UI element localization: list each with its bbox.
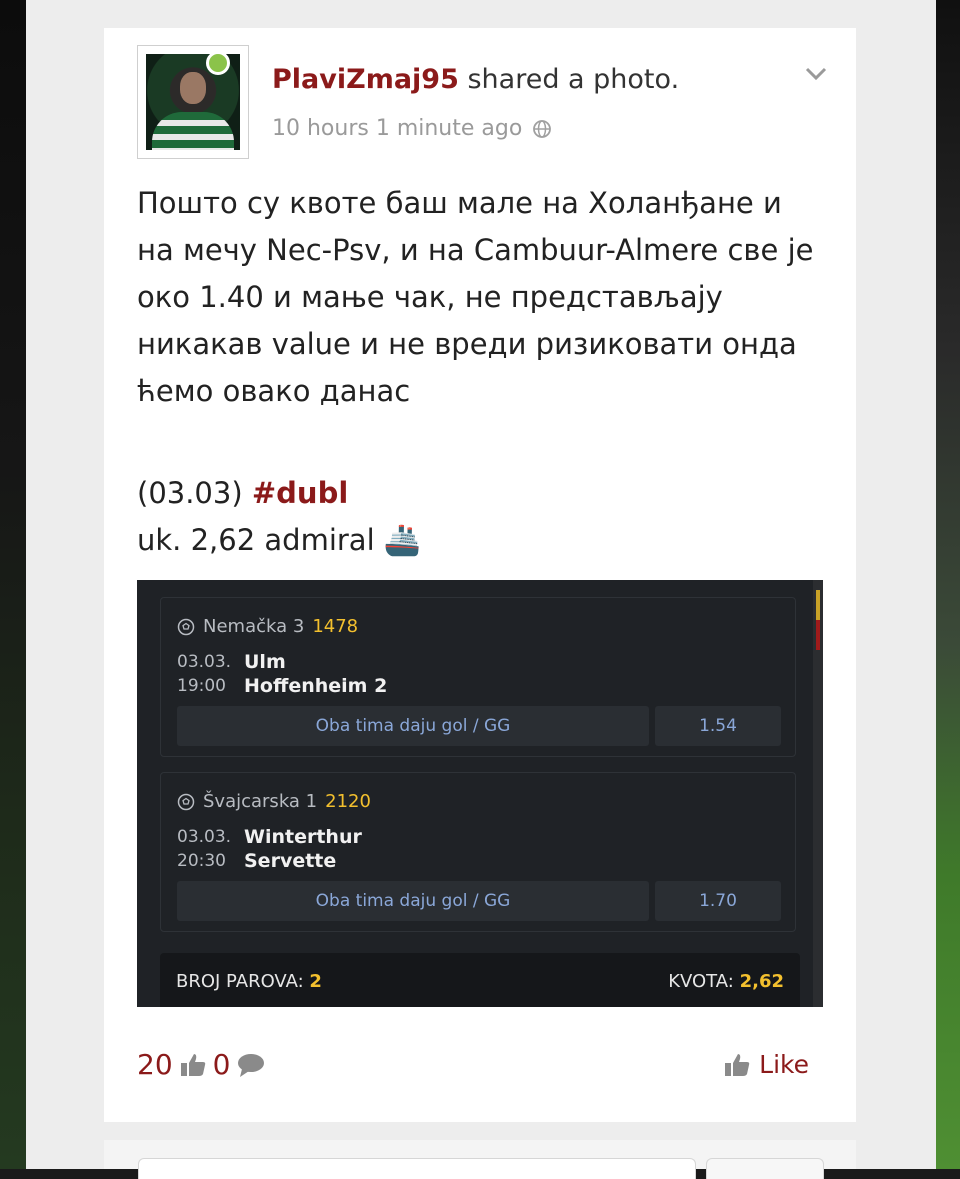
comments-count[interactable]: 0 — [213, 1048, 231, 1081]
timestamp-text[interactable]: 10 hours 1 minute ago — [272, 116, 522, 141]
slip-edge-mark — [816, 590, 820, 620]
like-button-label: Like — [759, 1050, 809, 1079]
home-team: Winterthur — [244, 826, 362, 848]
ship-icon: 🚢 — [383, 523, 422, 558]
chevron-down-icon[interactable] — [804, 64, 828, 84]
post-header: PlaviZmaj95 shared a photo. — [272, 64, 679, 95]
match-teams: Winterthur Servette — [244, 825, 362, 873]
pairs-value: 2 — [309, 971, 322, 992]
pick-odd: 1.54 — [655, 706, 781, 746]
odds-line: uk. 2,62 admiral — [137, 523, 384, 557]
globe-icon — [533, 119, 552, 138]
match-code: 2120 — [325, 791, 371, 812]
match-code: 1478 — [312, 616, 359, 637]
league-row: Švajcarska 1 2120 — [177, 791, 371, 812]
post-body-line: на мечу Nec-Psv, и на Cambuur-Almere све… — [137, 233, 814, 267]
like-button[interactable]: Like — [723, 1050, 809, 1079]
online-status-icon — [206, 51, 230, 75]
post-tip-summary: (03.03) #dubl uk. 2,62 admiral 🚢 — [137, 470, 421, 564]
author-name-link[interactable]: PlaviZmaj95 — [272, 64, 459, 95]
hashtag-link[interactable]: #dubl — [252, 476, 348, 510]
pick-label: Oba tima daju gol / GG — [177, 881, 649, 921]
thumbs-up-icon — [180, 1053, 205, 1076]
match-time: 19:00 — [177, 676, 226, 696]
soccer-ball-icon — [177, 793, 195, 810]
post-timestamp: 10 hours 1 minute ago — [272, 116, 552, 141]
match-datetime: 03.03. 20:30 — [177, 825, 231, 873]
post-stats: 20 0 — [137, 1048, 266, 1081]
match-card: Nemačka 3 1478 03.03. 19:00 Ulm Hoffenhe… — [160, 597, 796, 757]
match-datetime: 03.03. 19:00 — [177, 650, 231, 698]
slip-edge-mark — [816, 620, 820, 650]
match-date: 03.03. — [177, 652, 232, 672]
pairs-count: BROJ PAROVA: 2 — [176, 971, 322, 992]
total-odds-value: 2,62 — [739, 971, 784, 992]
feed-page: PlaviZmaj95 shared a photo. 10 hours 1 m… — [26, 0, 936, 1179]
post-body-line: око 1.40 и мање чак, не представљају — [137, 280, 723, 314]
avatar[interactable] — [137, 45, 249, 159]
total-odds-label: KVOTA: — [668, 971, 734, 992]
league-name: Nemačka 3 — [203, 616, 305, 637]
match-time: 20:30 — [177, 851, 226, 871]
post-footer: 20 0 Like — [137, 1046, 827, 1086]
soccer-ball-icon — [177, 618, 195, 635]
thumbs-up-icon — [725, 1053, 750, 1076]
post-body-line: никакав value и не вреди ризиковати онда — [137, 327, 797, 361]
away-team: Hoffenheim 2 — [244, 675, 388, 697]
comment-icon — [238, 1053, 265, 1077]
pick-label: Oba tima daju gol / GG — [177, 706, 649, 746]
league-row: Nemačka 3 1478 — [177, 616, 358, 637]
pairs-label: BROJ PAROVA: — [176, 971, 304, 992]
away-team: Servette — [244, 850, 337, 872]
league-name: Švajcarska 1 — [203, 791, 318, 812]
match-card: Švajcarska 1 2120 03.03. 20:30 Winterthu… — [160, 772, 796, 932]
background-left — [0, 0, 26, 1169]
tip-date: (03.03) — [137, 476, 252, 510]
post-body: Пошто су квоте баш мале на Холанђане и н… — [137, 180, 827, 415]
post-body-line: ћемо овако данас — [137, 374, 411, 408]
match-teams: Ulm Hoffenheim 2 — [244, 650, 387, 698]
background-right — [936, 0, 960, 1169]
pick-odd: 1.70 — [655, 881, 781, 921]
home-team: Ulm — [244, 651, 286, 673]
match-date: 03.03. — [177, 827, 232, 847]
post-card: PlaviZmaj95 shared a photo. 10 hours 1 m… — [104, 28, 856, 1122]
post-photo-betting-slip[interactable]: Nemačka 3 1478 03.03. 19:00 Ulm Hoffenhe… — [137, 580, 823, 1007]
post-action-text: shared a photo. — [458, 64, 680, 95]
total-odds: KVOTA: 2,62 — [668, 971, 784, 992]
post-body-line: Пошто су квоте баш мале на Холанђане и — [137, 186, 782, 220]
likes-count[interactable]: 20 — [137, 1048, 173, 1081]
slip-summary: BROJ PAROVA: 2 KVOTA: 2,62 — [160, 953, 800, 1007]
